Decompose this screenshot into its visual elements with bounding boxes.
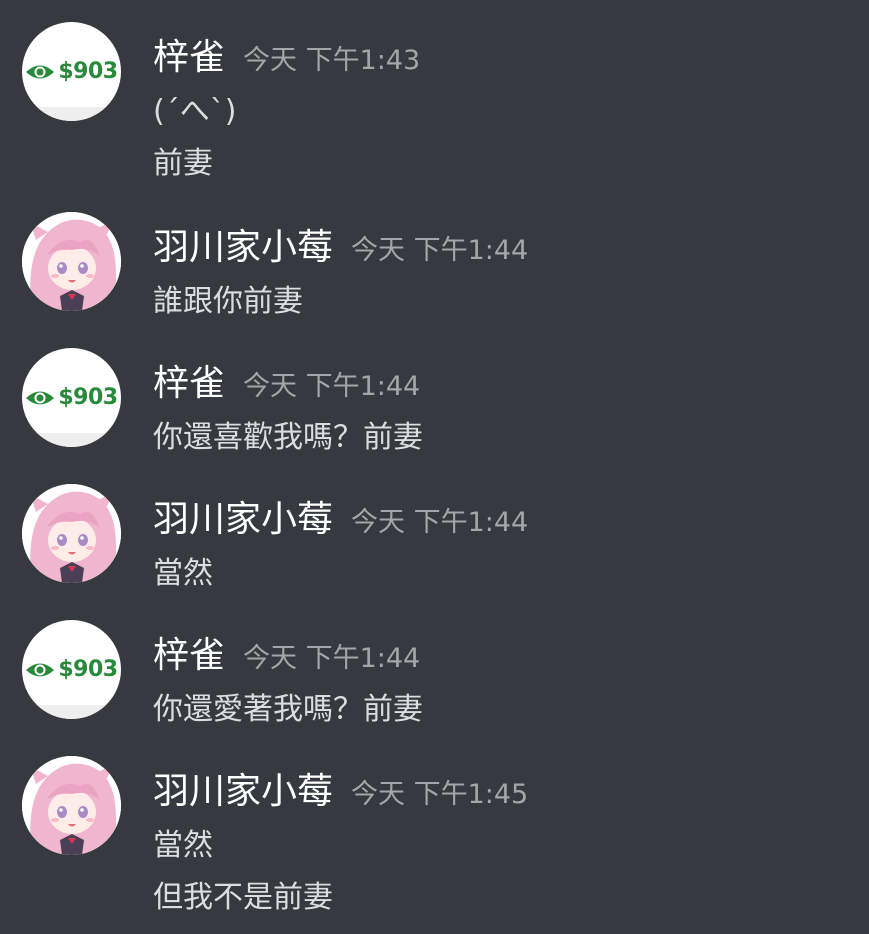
eye-icon <box>26 391 55 404</box>
avatar-price-text: $903 <box>58 59 118 84</box>
message-line: 你還愛著我嗎？前妻 <box>153 692 423 727</box>
username[interactable]: 羽川家小莓 <box>153 499 333 540</box>
message-content: (ˊへˋ) 前妻 <box>153 86 236 190</box>
message-content: 誰跟你前妻 <box>153 276 303 328</box>
message-content: 當然 <box>153 548 213 600</box>
message-line: 當然 <box>153 828 213 863</box>
avatar[interactable] <box>22 212 121 311</box>
avatar[interactable] <box>22 484 121 583</box>
username[interactable]: 梓雀 <box>153 363 225 404</box>
avatar[interactable]: $903 <box>22 348 121 447</box>
timestamp: 今天 下午1:45 <box>351 779 529 810</box>
timestamp: 今天 下午1:44 <box>351 507 529 538</box>
message-line: 誰跟你前妻 <box>153 284 303 319</box>
avatar[interactable]: $903 <box>22 22 121 121</box>
message-header: 梓雀 今天 下午1:44 <box>153 354 420 404</box>
username[interactable]: 羽川家小莓 <box>153 227 333 268</box>
message-header: 羽川家小莓 今天 下午1:45 <box>153 762 528 812</box>
message-header: 梓雀 今天 下午1:43 <box>153 28 420 78</box>
timestamp: 今天 下午1:44 <box>351 235 529 266</box>
timestamp: 今天 下午1:43 <box>243 45 421 76</box>
message-header: 羽川家小莓 今天 下午1:44 <box>153 490 528 540</box>
eye-icon <box>26 663 55 676</box>
avatar[interactable] <box>22 756 121 855</box>
message-line: 但我不是前妻 <box>153 880 333 915</box>
eye-icon <box>26 65 55 78</box>
message-content: 你還愛著我嗎？前妻 <box>153 684 423 736</box>
message-header: 梓雀 今天 下午1:44 <box>153 626 420 676</box>
chat-message-list: $903 梓雀 今天 下午1:43 (ˊへˋ) 前妻 羽川家小莓 今天 下午1:… <box>0 0 869 934</box>
message-content: 當然 但我不是前妻 <box>153 820 333 924</box>
anime-girl-avatar-icon <box>22 484 121 583</box>
avatar-price-text: $903 <box>58 385 118 410</box>
timestamp: 今天 下午1:44 <box>243 643 421 674</box>
message-line: (ˊへˋ) <box>153 94 237 129</box>
anime-girl-avatar-icon <box>22 756 121 855</box>
message-header: 羽川家小莓 今天 下午1:44 <box>153 218 528 268</box>
username[interactable]: 梓雀 <box>153 37 225 78</box>
timestamp: 今天 下午1:44 <box>243 371 421 402</box>
message-line: 前妻 <box>153 146 213 181</box>
message-line: 你還喜歡我嗎？前妻 <box>153 420 423 455</box>
avatar-price-text: $903 <box>58 657 118 682</box>
username[interactable]: 梓雀 <box>153 635 225 676</box>
message-content: 你還喜歡我嗎？前妻 <box>153 412 423 464</box>
avatar[interactable]: $903 <box>22 620 121 719</box>
message-line: 當然 <box>153 556 213 591</box>
anime-girl-avatar-icon <box>22 212 121 311</box>
username[interactable]: 羽川家小莓 <box>153 771 333 812</box>
